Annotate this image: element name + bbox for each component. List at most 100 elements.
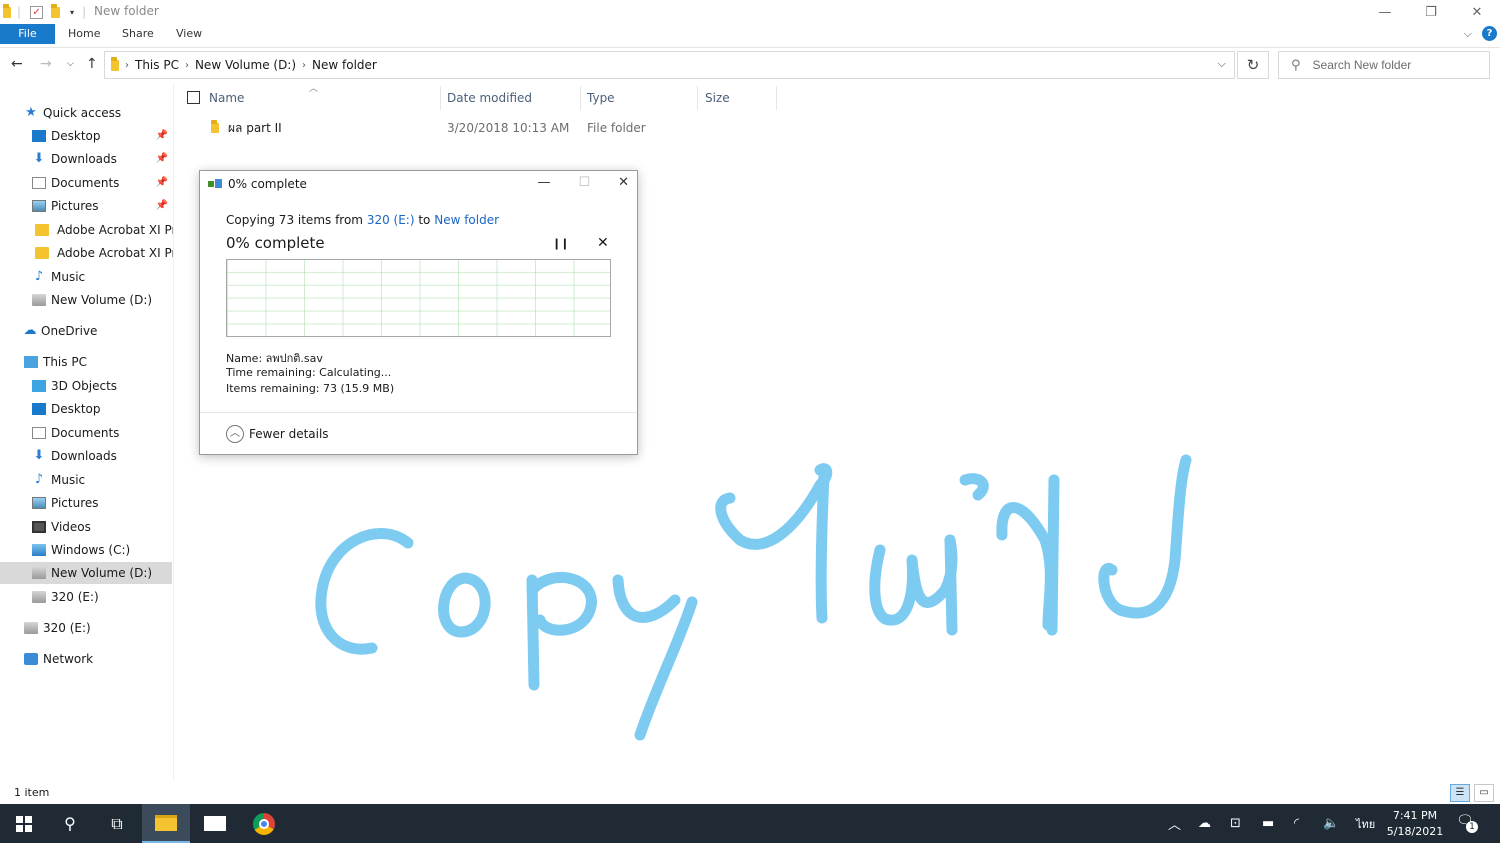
search-box[interactable]: ⚲ (1278, 51, 1490, 79)
stroke-o (438, 572, 491, 638)
cube-icon (32, 380, 46, 392)
task-view-icon[interactable]: ⧉ (93, 804, 141, 843)
recent-locations-icon[interactable]: ⌵ (67, 59, 74, 69)
sidebar-item-network[interactable]: Network (24, 648, 198, 670)
start-button[interactable] (0, 804, 48, 843)
pin-icon[interactable]: 📌 (156, 148, 168, 170)
stroke-p-stem (526, 574, 540, 691)
input-language[interactable]: ไทย (1356, 804, 1375, 843)
sidebar-item-videos[interactable]: Videos (32, 516, 174, 538)
chevron-down-icon[interactable]: ⌵ (1218, 57, 1226, 71)
tab-home[interactable]: Home (68, 24, 100, 44)
tab-view[interactable]: View (176, 24, 202, 44)
column-resize-handle[interactable] (776, 86, 777, 110)
window-title: New folder (94, 4, 159, 18)
sidebar-item-onedrive[interactable]: ☁ OneDrive (22, 320, 196, 342)
column-resize-handle[interactable] (440, 86, 441, 110)
sidebar-item-adobe-1[interactable]: Adobe Acrobat XI Pro 1 (32, 219, 174, 241)
sidebar-item-pc-320-e[interactable]: 320 (E:) (32, 586, 174, 608)
column-header-size[interactable]: Size (705, 86, 730, 110)
breadcrumb-new-volume[interactable]: New Volume (D:) (195, 58, 296, 72)
sidebar-item-pictures[interactable]: Pictures 📌 (32, 195, 174, 217)
chevron-right-icon[interactable]: › (185, 60, 189, 71)
sidebar-item-music[interactable]: ♪ Music (32, 266, 174, 288)
sidebar-item-pc-music[interactable]: ♪ Music (32, 469, 174, 491)
chevron-right-icon[interactable]: › (302, 60, 306, 71)
sidebar-item-desktop[interactable]: Desktop 📌 (32, 125, 174, 147)
refresh-icon[interactable]: ↻ (1237, 51, 1269, 79)
column-header-type[interactable]: Type (587, 86, 615, 110)
sidebar-item-quick-access[interactable]: ★ Quick access (24, 102, 198, 124)
sidebar-item-documents[interactable]: Documents 📌 (32, 172, 174, 194)
forward-icon[interactable]: → (40, 56, 52, 72)
sidebar-item-pc-documents[interactable]: Documents (32, 422, 174, 444)
sidebar-item-label: 320 (E:) (43, 621, 91, 635)
close-icon[interactable]: ✕ (1454, 0, 1500, 24)
pin-icon[interactable]: 📌 (156, 125, 168, 147)
sidebar-item-downloads[interactable]: ⬇ Downloads 📌 (32, 148, 174, 170)
column-header-name[interactable]: Name (209, 86, 244, 110)
up-icon[interactable]: ↑ (86, 56, 98, 72)
chrome-taskbar-icon[interactable] (240, 804, 288, 843)
pin-icon[interactable]: 📌 (156, 172, 168, 194)
restore-icon[interactable]: ❐ (1408, 0, 1454, 24)
source-link[interactable]: 320 (E:) (367, 213, 415, 227)
sidebar-item-pc-pictures[interactable]: Pictures (32, 492, 174, 514)
sidebar-item-windows-c[interactable]: Windows (C:) (32, 539, 174, 561)
file-name[interactable]: ผล part II (228, 117, 282, 139)
expand-ribbon-icon[interactable]: ⌵ (1464, 27, 1472, 41)
file-explorer-taskbar-icon[interactable] (142, 804, 190, 843)
minimize-icon[interactable]: — (1362, 0, 1408, 24)
address-bar[interactable]: › This PC › New Volume (D:) › New folder… (104, 51, 1235, 79)
system-clock[interactable]: 7:41 PM 5/18/2021 (1386, 808, 1444, 840)
sidebar-item-320-e[interactable]: 320 (E:) (24, 617, 198, 639)
sidebar-item-pc-desktop[interactable]: Desktop (32, 398, 174, 420)
wifi-icon[interactable]: ◜ (1294, 804, 1299, 843)
search-taskbar-icon[interactable]: ⚲ (46, 804, 94, 843)
pin-icon[interactable]: 📌 (156, 195, 168, 217)
mail-taskbar-icon[interactable] (191, 804, 239, 843)
pane-divider[interactable] (173, 84, 174, 780)
help-icon[interactable]: ? (1482, 26, 1497, 41)
details-view-icon[interactable]: ☰ (1450, 784, 1470, 802)
breadcrumb-this-pc[interactable]: This PC (135, 58, 179, 72)
column-header-date[interactable]: Date modified (447, 86, 532, 110)
folder-icon (155, 814, 177, 831)
show-hidden-icons[interactable]: ︿ (1168, 804, 1181, 843)
large-icons-view-icon[interactable]: ▭ (1474, 784, 1494, 802)
new-folder-icon[interactable] (51, 3, 61, 18)
sidebar-item-pc-downloads[interactable]: ⬇ Downloads (32, 445, 174, 467)
action-center-icon[interactable]: 🗨 1 (1456, 813, 1478, 833)
pause-icon[interactable]: ❙❙ (552, 237, 569, 250)
cancel-icon[interactable]: ✕ (597, 235, 609, 251)
customize-qat-icon[interactable]: ▾ (70, 8, 74, 17)
chevron-right-icon[interactable]: › (125, 60, 129, 71)
music-icon: ♪ (34, 269, 44, 284)
sidebar-item-label: Pictures (51, 199, 99, 213)
sidebar-item-pc-new-volume-d[interactable]: New Volume (D:) (0, 562, 172, 584)
select-all-checkbox[interactable] (187, 91, 200, 104)
sidebar-item-new-volume-d[interactable]: New Volume (D:) (32, 289, 174, 311)
close-icon[interactable]: ✕ (618, 175, 629, 190)
sidebar-item-3d-objects[interactable]: 3D Objects (32, 375, 174, 397)
column-resize-handle[interactable] (697, 86, 698, 110)
breadcrumb-new-folder[interactable]: New folder (312, 58, 377, 72)
search-input[interactable] (1312, 58, 1483, 72)
meet-now-icon[interactable]: ⊡ (1230, 804, 1241, 843)
stroke-thai-1 (715, 463, 833, 550)
minimize-icon[interactable]: — (537, 175, 550, 190)
battery-icon[interactable]: ▬ (1262, 804, 1274, 843)
destination-link[interactable]: New folder (434, 213, 499, 227)
sidebar-item-adobe-2[interactable]: Adobe Acrobat XI Pro 1 (32, 242, 174, 264)
sidebar-item-label: Windows (C:) (51, 543, 131, 557)
onedrive-tray-icon[interactable]: ☁ (1198, 804, 1211, 843)
sidebar-item-this-pc[interactable]: This PC (24, 351, 198, 373)
column-resize-handle[interactable] (580, 86, 581, 110)
properties-icon[interactable]: ✓ (30, 5, 44, 19)
back-icon[interactable]: ← (11, 56, 23, 72)
tab-file[interactable]: File (0, 24, 55, 44)
windows-logo-icon (16, 815, 32, 832)
volume-icon[interactable]: 🔈 (1323, 804, 1339, 843)
windows-drive-icon (32, 544, 46, 556)
tab-share[interactable]: Share (122, 24, 154, 44)
